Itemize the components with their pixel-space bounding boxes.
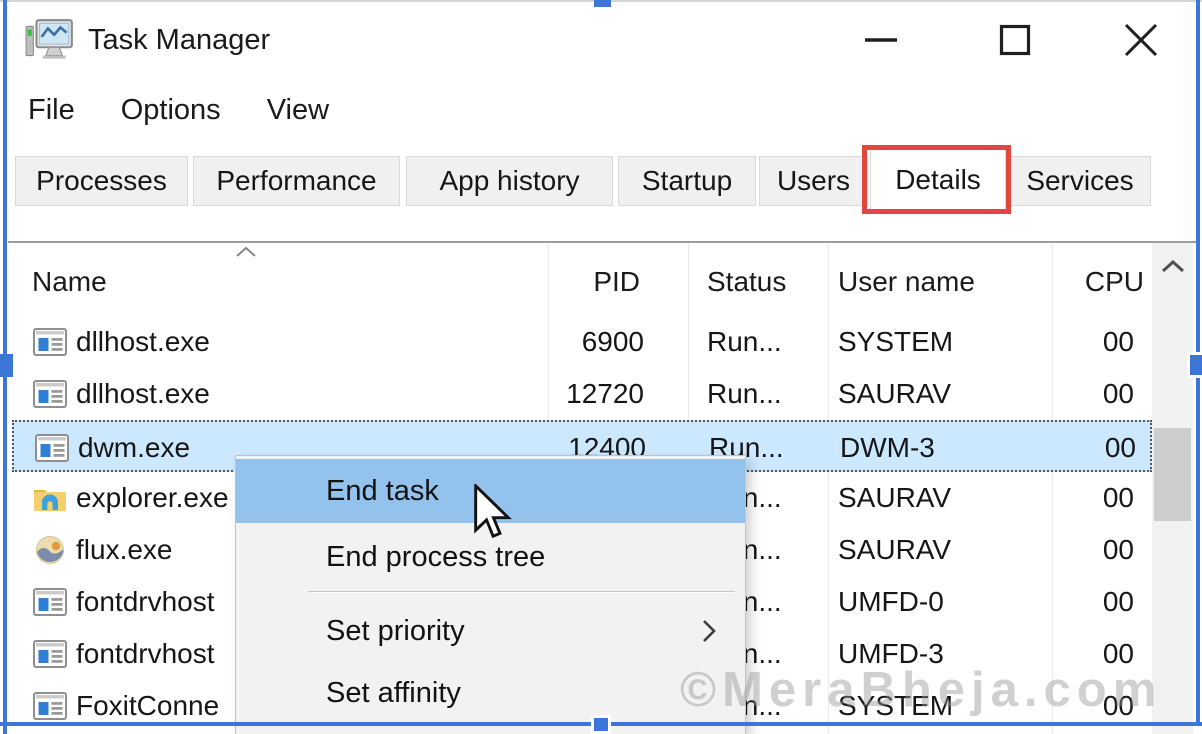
table-row-dllhost-exe[interactable]: dllhost.exe 6900Run...SYSTEM00 [12, 316, 1152, 368]
tab-processes[interactable]: Processes [15, 156, 188, 206]
selection-handle-top[interactable] [594, 0, 611, 7]
process-name: dwm.exe [78, 422, 190, 474]
cell-cpu: 00 [1052, 316, 1152, 368]
close-icon [1123, 22, 1159, 58]
cell-cpu: 00 [1052, 576, 1152, 628]
cell-username: SAURAV [828, 524, 1052, 576]
mouse-cursor-icon [470, 484, 514, 542]
menubar-item-view[interactable]: View [267, 94, 329, 127]
process-name: fontdrvhost [76, 576, 215, 628]
cell-pid: 6900 [548, 316, 688, 368]
cell-cpu: 00 [1054, 422, 1154, 474]
application-icon [33, 587, 67, 617]
menu-item-set-priority[interactable]: Set priority [236, 603, 745, 659]
cell-username: SYSTEM [828, 316, 1052, 368]
cell-username: SAURAV [828, 368, 1052, 420]
maximize-icon [999, 24, 1031, 56]
submenu-arrow-icon [701, 618, 717, 644]
menu-bar: File Options View [8, 88, 329, 132]
tab-users[interactable]: Users [759, 156, 868, 206]
tab-app-history[interactable]: App history [406, 156, 613, 206]
table-row-dllhost-exe[interactable]: dllhost.exe 12720Run...SAURAV00 [12, 368, 1152, 420]
close-button[interactable] [1114, 16, 1168, 64]
application-icon [35, 433, 69, 463]
flux-icon [33, 535, 67, 565]
process-name: dllhost.exe [76, 316, 210, 368]
selection-handle-bottom[interactable] [591, 715, 611, 734]
watermark: ©MeraBheja.com [680, 662, 1162, 718]
header-cpu[interactable]: CPU [1052, 243, 1152, 314]
menu-item-set-affinity[interactable]: Set affinity [236, 665, 745, 721]
cell-name: dllhost.exe [12, 316, 548, 368]
minimize-button[interactable] [854, 16, 908, 64]
process-name: dllhost.exe [76, 368, 210, 420]
process-name: fontdrvhost [76, 628, 215, 680]
header-pid[interactable]: PID [548, 243, 688, 314]
selection-handle-left[interactable] [0, 354, 13, 377]
tab-performance[interactable]: Performance [193, 156, 400, 206]
selection-handle-right[interactable] [1187, 352, 1202, 378]
header-username[interactable]: User name [828, 243, 1052, 314]
application-icon [33, 639, 67, 669]
process-name: flux.exe [76, 524, 173, 576]
menubar-item-file[interactable]: File [28, 94, 75, 127]
title-bar: Task Manager [8, 2, 1194, 82]
scroll-up-button[interactable] [1152, 243, 1193, 289]
cell-username: DWM-3 [830, 422, 1054, 474]
process-name: explorer.exe [76, 472, 229, 524]
window-title: Task Manager [88, 24, 270, 57]
maximize-button[interactable] [988, 16, 1042, 64]
minimize-icon [864, 37, 898, 43]
table-header: Name PID Status User name CPU [12, 243, 1152, 314]
cell-name: dllhost.exe [12, 368, 548, 420]
tab-services[interactable]: Services [1009, 156, 1151, 206]
task-manager-window: Task Manager File Options View ProcessesPe… [0, 0, 1202, 734]
cell-cpu: 00 [1052, 472, 1152, 524]
menubar-item-options[interactable]: Options [121, 94, 221, 127]
cell-username: UMFD-0 [828, 576, 1052, 628]
task-manager-icon [24, 18, 76, 64]
cell-status: Run... [688, 368, 828, 420]
application-icon [33, 327, 67, 357]
cell-pid: 12720 [548, 368, 688, 420]
header-status[interactable]: Status [688, 243, 828, 314]
chevron-up-icon [1161, 260, 1185, 273]
file-explorer-icon [33, 483, 67, 513]
cell-cpu: 00 [1052, 368, 1152, 420]
application-icon [33, 691, 67, 721]
cell-status: Run... [688, 316, 828, 368]
annotation-red-box [862, 145, 1011, 214]
application-icon [33, 379, 67, 409]
vertical-scrollbar[interactable] [1152, 243, 1193, 734]
menu-separator [308, 591, 735, 593]
header-name[interactable]: Name [12, 243, 548, 314]
scrollbar-thumb[interactable] [1154, 428, 1191, 521]
cell-cpu: 00 [1052, 524, 1152, 576]
tab-startup[interactable]: Startup [618, 156, 756, 206]
cell-username: SAURAV [828, 472, 1052, 524]
